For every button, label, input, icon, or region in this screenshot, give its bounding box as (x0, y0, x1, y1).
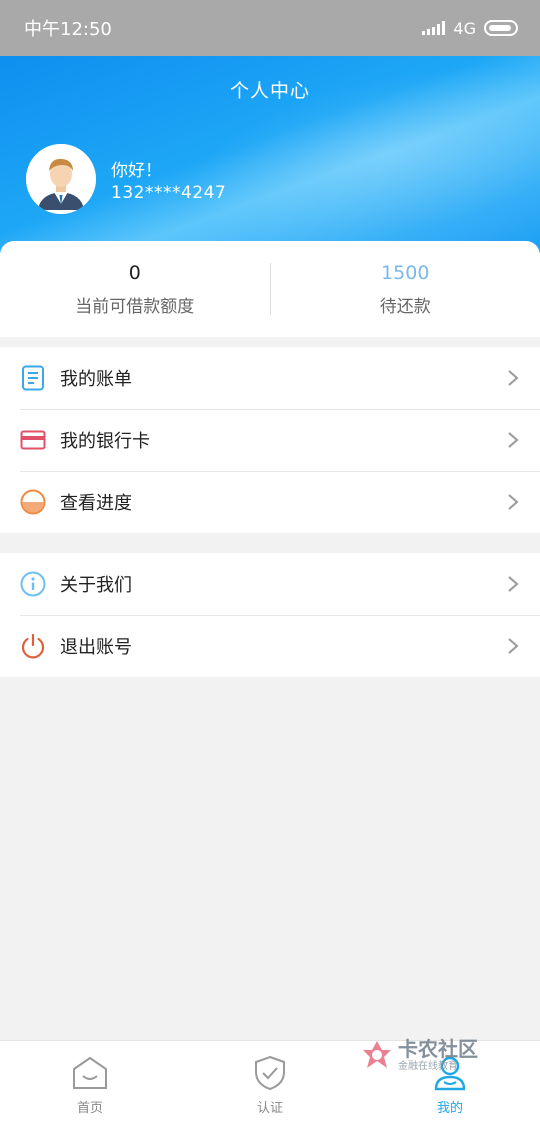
nav-label-home: 首页 (76, 1101, 103, 1116)
power-icon (20, 633, 46, 659)
menu-item-logout[interactable]: 退出账号 (0, 615, 540, 677)
menu-item-progress[interactable]: 查看进度 (0, 471, 540, 533)
menu-label-about: 关于我们 (60, 575, 132, 596)
info-icon (20, 571, 46, 597)
menu-item-about[interactable]: 关于我们 (0, 553, 540, 615)
network-type: 4G (453, 18, 476, 38)
chevron-right-icon (498, 575, 528, 593)
menu-item-bills[interactable]: 我的账单 (0, 347, 540, 409)
menu-item-bank-cards[interactable]: 我的银行卡 (0, 409, 540, 471)
credit-limit-stat[interactable]: 0 当前可借款额度 (0, 262, 270, 317)
nav-label-mine: 我的 (436, 1101, 463, 1116)
watermark: 卡农社区 金融在线教育 (360, 1034, 490, 1076)
bill-icon (20, 365, 46, 391)
status-time: 中午12:50 (24, 19, 112, 40)
pending-repayment-stat[interactable]: 1500 待还款 (271, 262, 540, 317)
menu-label-progress: 查看进度 (60, 493, 132, 514)
chevron-right-icon (498, 493, 528, 511)
watermark-logo-icon (363, 1041, 391, 1068)
profile-screen: 中午12:50 4G 个人中心 你好！ 132****4247 0 当前可借款额… (0, 0, 540, 1124)
pending-repayment-value: 1500 (381, 261, 430, 284)
home-icon (73, 1056, 107, 1089)
page-title: 个人中心 (229, 80, 310, 102)
nav-tab-home[interactable]: 首页 (0, 1041, 180, 1124)
signal-icon (422, 21, 446, 35)
credit-limit-value: 0 (128, 261, 141, 284)
watermark-subtitle: 金融在线教育 (398, 1060, 458, 1072)
account-stats: 0 当前可借款额度 1500 待还款 (0, 241, 540, 337)
status-bar: 中午12:50 4G (0, 0, 540, 56)
nav-label-verify: 认证 (256, 1101, 283, 1116)
chevron-right-icon (498, 637, 528, 655)
shield-check-icon (255, 1055, 285, 1091)
menu-label-bank-cards: 我的银行卡 (60, 431, 150, 452)
status-indicators: 4G (422, 19, 518, 38)
menu-label-logout: 退出账号 (60, 637, 132, 658)
greeting-text: 你好！ (111, 161, 162, 181)
chevron-right-icon (498, 431, 528, 449)
watermark-title: 卡农社区 (398, 1036, 478, 1061)
credit-limit-label: 当前可借款额度 (75, 296, 195, 317)
progress-icon (20, 489, 46, 515)
menu-label-bills: 我的账单 (60, 369, 132, 390)
chevron-right-icon (498, 369, 528, 387)
nav-tab-verify[interactable]: 认证 (180, 1041, 360, 1124)
avatar-person-icon (26, 144, 96, 214)
menu-group-account: 我的账单 我的银行卡 查看进度 (0, 347, 540, 533)
battery-icon (484, 20, 518, 36)
avatar[interactable] (26, 144, 96, 214)
pending-repayment-label: 待还款 (379, 296, 431, 317)
phone-number: 132****4247 (111, 183, 227, 203)
watermark-text: 卡农社区 金融在线教育 (398, 1039, 478, 1072)
menu-group-misc: 关于我们 退出账号 (0, 553, 540, 677)
profile-header: 个人中心 你好！ 132****4247 (0, 56, 540, 256)
bank-card-icon (20, 427, 46, 453)
